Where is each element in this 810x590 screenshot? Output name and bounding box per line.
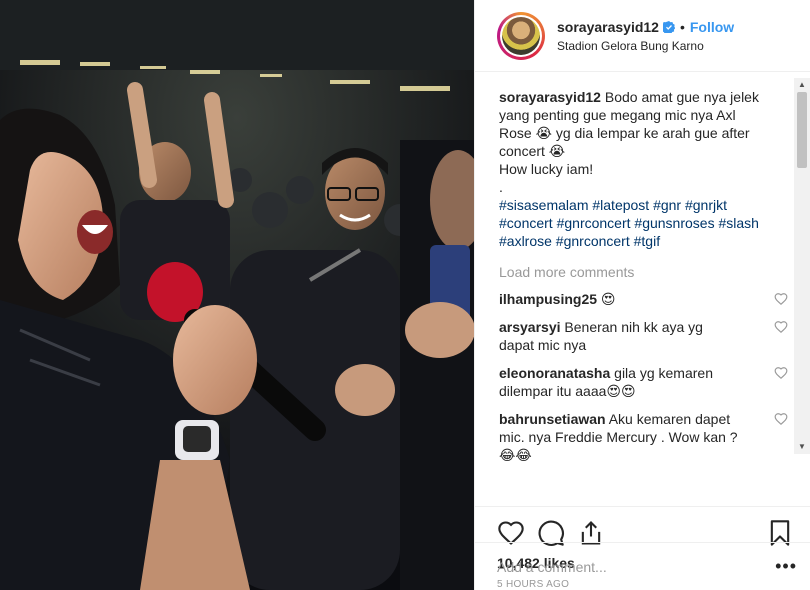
- more-options-icon[interactable]: •••: [775, 556, 797, 577]
- comment-username[interactable]: eleonoranatasha: [499, 365, 610, 381]
- comment-username[interactable]: arsyarsyi: [499, 319, 561, 335]
- post-side-panel: sorayarasyid12 • Follow Stadion Gelora B…: [474, 0, 810, 590]
- instagram-post: sorayarasyid12 • Follow Stadion Gelora B…: [0, 0, 810, 590]
- verified-badge-icon: [662, 20, 675, 33]
- avatar-frame: [500, 14, 542, 57]
- caption-hashtags[interactable]: #sisasemalam #latepost #gnr #gnrjkt #con…: [499, 196, 769, 250]
- scroll-up-arrow-icon[interactable]: ▲: [798, 81, 806, 89]
- concert-photo: [0, 0, 474, 590]
- load-more-comments[interactable]: Load more comments: [499, 264, 794, 280]
- post-photo[interactable]: [0, 0, 474, 590]
- comment-username[interactable]: ilhampusing25: [499, 291, 597, 307]
- comment-text-wrap: ilhampusing25 😍: [499, 290, 739, 308]
- avatar[interactable]: [497, 11, 545, 60]
- username-link[interactable]: sorayarasyid12: [557, 19, 659, 35]
- comments-scrollbar[interactable]: ▲ ▼: [794, 78, 810, 454]
- header-info: sorayarasyid12 • Follow Stadion Gelora B…: [557, 19, 734, 53]
- comment-text-wrap: bahrunsetiawan Aku kemaren dapet mic. ny…: [499, 410, 739, 464]
- follow-button[interactable]: Follow: [690, 19, 734, 35]
- avatar-image: [502, 16, 540, 55]
- comment-like-icon[interactable]: [774, 366, 788, 380]
- separator-dot: •: [679, 18, 685, 35]
- comment-username[interactable]: bahrunsetiawan: [499, 411, 606, 427]
- comment-item: bahrunsetiawan Aku kemaren dapet mic. ny…: [499, 410, 794, 464]
- header-row: sorayarasyid12 • Follow: [557, 19, 734, 35]
- caption: sorayarasyid12 Bodo amat gue nya jelek y…: [499, 88, 769, 250]
- comment-item: eleonoranatasha gila yg kemaren dilempar…: [499, 364, 794, 400]
- comment-item: ilhampusing25 😍: [499, 290, 794, 308]
- comment-like-icon[interactable]: [774, 292, 788, 306]
- scrollbar-thumb[interactable]: [797, 92, 807, 168]
- add-comment-bar: Add a comment... •••: [475, 542, 810, 590]
- comment-like-icon[interactable]: [774, 412, 788, 426]
- post-header: sorayarasyid12 • Follow Stadion Gelora B…: [475, 0, 810, 72]
- comment-text-wrap: arsyarsyi Beneran nih kk aya yg dapat mi…: [499, 318, 739, 354]
- location-link[interactable]: Stadion Gelora Bung Karno: [557, 39, 734, 53]
- comment-text-wrap: eleonoranatasha gila yg kemaren dilempar…: [499, 364, 739, 400]
- comment-item: arsyarsyi Beneran nih kk aya yg dapat mi…: [499, 318, 794, 354]
- comments-area[interactable]: sorayarasyid12 Bodo amat gue nya jelek y…: [475, 72, 810, 506]
- add-comment-input[interactable]: Add a comment...: [497, 559, 775, 575]
- caption-username[interactable]: sorayarasyid12: [499, 89, 601, 105]
- scroll-down-arrow-icon[interactable]: ▼: [798, 443, 806, 451]
- comment-text: 😍: [600, 291, 616, 307]
- caption-line-2: How lucky iam!: [499, 161, 594, 177]
- comment-like-icon[interactable]: [774, 320, 788, 334]
- caption-line-3: .: [499, 179, 503, 195]
